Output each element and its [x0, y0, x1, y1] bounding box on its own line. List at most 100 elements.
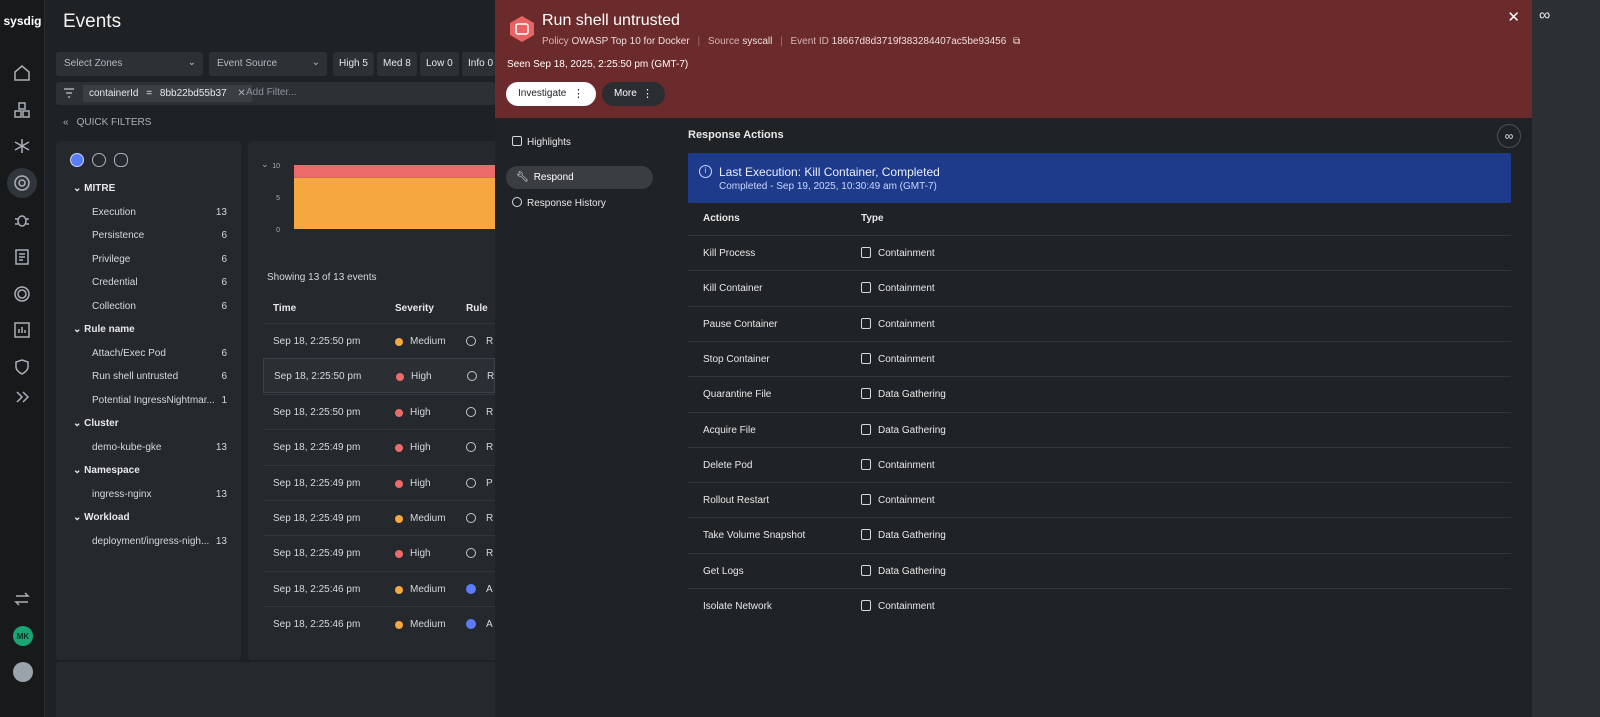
action-row[interactable]: Pause Container Containment — [688, 305, 1511, 341]
close-icon[interactable]: ✕ — [1507, 8, 1520, 26]
action-name: Pause Container — [703, 318, 778, 330]
infinity-icon[interactable]: ∞ — [1539, 7, 1550, 25]
hexagon-alert-icon — [510, 16, 534, 42]
quick-filter-item[interactable]: Run shell untrusted — [92, 371, 226, 382]
investigate-button[interactable]: Investigate ⋮ — [506, 82, 596, 106]
severity-info-pill[interactable]: Info 0 — [462, 52, 495, 76]
quick-filter-group[interactable]: ⌄ Rule name — [73, 324, 135, 335]
action-row[interactable]: Kill Process Containment — [688, 235, 1511, 270]
table-row[interactable]: Sep 18, 2:25:46 pm Medium A — [263, 606, 495, 641]
action-row[interactable]: Rollout Restart Containment — [688, 482, 1511, 517]
meta-divider: | — [780, 36, 783, 47]
expand-icon[interactable] — [7, 382, 37, 412]
dashboards-icon[interactable] — [7, 315, 37, 345]
quick-filters-toggle[interactable]: « QUICK FILTERS — [63, 117, 151, 128]
infinity-icon[interactable]: ∞ — [1497, 124, 1521, 148]
nav-response-history[interactable]: Response History — [512, 197, 606, 209]
quick-filter-item[interactable]: deployment/ingress-nigh... — [92, 536, 226, 547]
quick-filter-item[interactable]: demo-kube-gke — [92, 442, 226, 453]
policy-value[interactable]: OWASP Top 10 for Docker — [571, 36, 689, 47]
help-avatar-icon[interactable] — [13, 662, 33, 682]
row-severity: High — [411, 371, 432, 383]
action-row[interactable]: Quarantine File Data Gathering — [688, 376, 1511, 411]
add-filter-input[interactable]: Add Filter... — [246, 87, 297, 98]
remove-filter-icon[interactable]: ✕ — [237, 88, 245, 99]
row-severity: Medium — [410, 583, 446, 595]
quick-filter-item[interactable]: Execution — [92, 207, 226, 218]
kubernetes-tab-icon[interactable] — [92, 153, 106, 167]
quick-filter-item[interactable]: Credential — [92, 277, 226, 288]
row-rule: R — [486, 548, 494, 560]
row-rule: A — [486, 583, 493, 595]
rule-type-icon — [466, 583, 476, 594]
action-row[interactable]: Stop Container Containment — [688, 340, 1511, 376]
filter-bar[interactable]: containerId = 8bb22bd55b37 ✕ Add Filter.… — [56, 82, 495, 105]
severity-high-pill[interactable]: High 5 — [333, 52, 374, 76]
quick-filter-item[interactable]: Privilege — [92, 254, 226, 265]
quick-filter-group[interactable]: ⌄ MITRE — [73, 183, 115, 194]
table-row[interactable]: Sep 18, 2:25:46 pm Medium A — [263, 570, 495, 606]
user-avatar[interactable]: MK — [13, 626, 33, 646]
action-row[interactable]: Isolate Network Containment — [688, 588, 1511, 623]
table-row[interactable]: Sep 18, 2:25:49 pm High R — [263, 535, 495, 570]
chevron-down-icon: ⌄ — [73, 324, 85, 335]
table-row[interactable]: Sep 18, 2:25:50 pm High R — [263, 358, 495, 394]
fingerprint-icon[interactable] — [7, 279, 37, 309]
response-actions-title: Response Actions — [688, 129, 784, 141]
event-source-select[interactable]: Event Source ⌄ — [209, 52, 327, 76]
y-tick-label: 0 — [276, 227, 280, 234]
filter-chip[interactable]: containerId = 8bb22bd55b37 ✕ — [83, 85, 252, 102]
reports-icon[interactable] — [7, 242, 37, 272]
col-time[interactable]: Time — [273, 303, 296, 314]
quick-filter-group[interactable]: ⌄ Cluster — [73, 418, 119, 429]
col-severity[interactable]: Severity — [395, 303, 434, 314]
action-row[interactable]: Take Volume Snapshot Data Gathering — [688, 517, 1511, 552]
quick-filter-group[interactable]: ⌄ Workload — [73, 512, 130, 523]
filter-key: containerId — [89, 88, 139, 99]
network-icon[interactable] — [7, 131, 37, 161]
quick-filter-item[interactable]: Attach/Exec Pod — [92, 348, 226, 359]
home-icon[interactable] — [7, 58, 37, 88]
info-icon: i — [699, 165, 712, 178]
threats-tab-icon[interactable] — [70, 153, 84, 167]
table-row[interactable]: Sep 18, 2:25:49 pm High P — [263, 464, 495, 500]
row-rule: R — [486, 513, 494, 524]
bug-icon[interactable] — [7, 205, 37, 235]
table-row[interactable]: Sep 18, 2:25:49 pm High R — [263, 429, 495, 464]
quick-filter-item[interactable]: ingress-nginx — [92, 489, 226, 500]
table-row[interactable]: Sep 18, 2:25:50 pm Medium R — [263, 323, 495, 358]
table-row[interactable]: Sep 18, 2:25:50 pm High R — [263, 393, 495, 429]
severity-dot-icon — [395, 479, 403, 488]
quick-filter-item[interactable]: Persistence — [92, 230, 226, 241]
quick-filter-item[interactable]: Potential IngressNightmar... — [92, 395, 226, 406]
nav-respond[interactable]: 🔧︎ Respond — [506, 166, 653, 189]
quick-filter-group[interactable]: ⌄ Namespace — [73, 465, 140, 476]
row-severity: Medium — [410, 513, 446, 524]
zones-select[interactable]: Select Zones ⌄ — [56, 52, 203, 76]
events-page: Events Select Zones ⌄ Event Source ⌄ High … — [46, 0, 495, 717]
action-row[interactable]: Acquire File Data Gathering — [688, 411, 1511, 447]
threats-icon[interactable] — [7, 168, 37, 198]
action-row[interactable]: Get Logs Data Gathering — [688, 552, 1511, 588]
quick-filter-item[interactable]: Collection — [92, 301, 226, 312]
action-name: Kill Process — [703, 248, 756, 259]
policy-label: Policy — [542, 36, 569, 47]
action-row[interactable]: Kill Container Containment — [688, 270, 1511, 305]
more-button[interactable]: More ⋮ — [602, 82, 665, 106]
event-title: Run shell untrusted — [542, 12, 680, 29]
switch-icon[interactable] — [7, 584, 37, 614]
col-rule[interactable]: Rule — [466, 303, 488, 314]
severity-low-pill[interactable]: Low 0 — [420, 52, 459, 76]
shield-icon[interactable] — [7, 352, 37, 382]
table-row[interactable]: Sep 18, 2:25:49 pm Medium R — [263, 500, 495, 535]
severity-med-pill[interactable]: Med 8 — [377, 52, 417, 76]
row-time: Sep 18, 2:25:49 pm — [273, 442, 361, 454]
cloud-tab-icon[interactable] — [114, 153, 128, 167]
severity-dot-icon — [395, 550, 403, 559]
event-source-label: Event Source — [217, 58, 278, 69]
nav-highlights[interactable]: Highlights — [512, 136, 571, 148]
copy-icon[interactable]: ⧉ — [1013, 36, 1020, 47]
inventory-icon[interactable] — [7, 95, 37, 125]
action-row[interactable]: Delete Pod Containment — [688, 446, 1511, 482]
nav-history-label: Response History — [527, 198, 606, 209]
